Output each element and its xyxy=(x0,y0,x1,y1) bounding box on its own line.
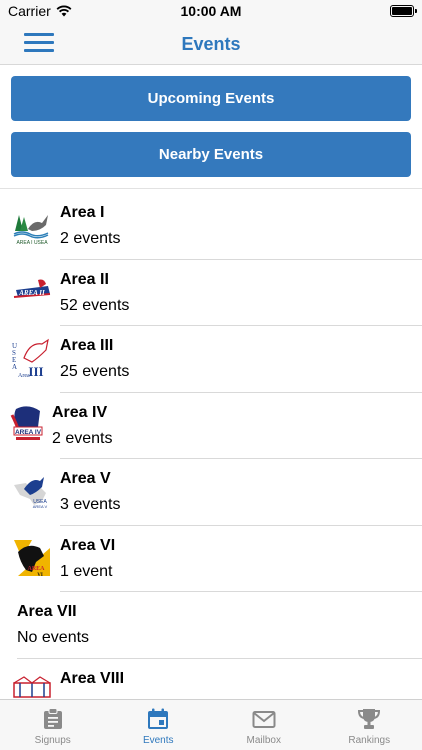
event-name: Area VIII xyxy=(60,669,125,687)
event-count: 52 events xyxy=(60,296,130,314)
event-row-area-ii[interactable]: AREA II Area II 52 events xyxy=(0,260,422,326)
svg-text:AREA I USEA: AREA I USEA xyxy=(16,240,48,246)
nearby-events-button[interactable]: Nearby Events xyxy=(11,132,411,177)
clipboard-icon xyxy=(43,708,62,729)
event-name: Area I xyxy=(60,204,105,221)
tab-label: Signups xyxy=(34,735,71,746)
page-title: Events xyxy=(181,34,241,54)
calendar-icon xyxy=(148,708,169,729)
divider xyxy=(0,188,422,189)
tab-mailbox[interactable]: Mailbox xyxy=(211,700,317,750)
event-name: Area V xyxy=(60,470,111,487)
event-row-area-v[interactable]: USEA AREA V Area V 3 events xyxy=(0,459,422,526)
events-list: AREA I USEA Area I 2 events AREA II Area… xyxy=(0,193,422,725)
battery-icon xyxy=(390,5,417,17)
event-row-area-i[interactable]: AREA I USEA Area I 2 events xyxy=(0,193,422,260)
event-name: Area IV xyxy=(52,403,108,421)
event-count: 2 events xyxy=(60,230,121,247)
area-vi-logo: AREA VI xyxy=(14,539,50,578)
event-row-area-vii[interactable]: Area VII No events xyxy=(0,592,422,659)
event-row-area-vi[interactable]: AREA VI Area VI 1 event xyxy=(0,526,422,592)
event-row-area-iii[interactable]: U S E A III Area Area III 25 events xyxy=(0,326,422,393)
event-count: 2 events xyxy=(52,429,113,447)
event-row-area-iv[interactable]: AREA IV Area IV 2 events xyxy=(0,393,422,459)
event-name: Area III xyxy=(60,337,114,354)
event-count: No events xyxy=(17,629,90,646)
area-iii-logo: U S E A III Area xyxy=(12,338,49,379)
tab-label: Mailbox xyxy=(246,735,281,746)
event-count: 25 events xyxy=(60,363,130,380)
svg-text:III: III xyxy=(28,364,43,379)
area-ii-logo: AREA II xyxy=(13,279,51,298)
tab-events[interactable]: Events xyxy=(106,700,212,750)
area-i-usea-logo: AREA I USEA xyxy=(13,215,49,246)
svg-text:A: A xyxy=(12,363,17,371)
svg-text:AREA IV: AREA IV xyxy=(15,429,42,436)
navigation-bar: Events xyxy=(0,22,422,65)
svg-text:AREA II: AREA II xyxy=(18,289,45,297)
svg-text:AREA: AREA xyxy=(27,566,45,572)
tab-signups[interactable]: Signups xyxy=(0,700,106,750)
area-iv-logo: AREA IV xyxy=(10,405,43,440)
tab-label: Events xyxy=(142,735,174,746)
tab-rankings[interactable]: Rankings xyxy=(317,700,422,750)
envelope-icon xyxy=(252,711,276,728)
svg-text:AREA V: AREA V xyxy=(33,504,48,509)
event-count: 3 events xyxy=(60,496,121,513)
tab-label: Rankings xyxy=(348,735,391,746)
tab-bar: Signups Events Mailbox Rankings xyxy=(0,699,422,750)
event-count: 1 event xyxy=(60,562,113,580)
status-bar: Carrier 10:00 AM xyxy=(0,0,422,22)
svg-text:Area: Area xyxy=(18,373,30,379)
area-v-logo: USEA AREA V xyxy=(14,477,48,509)
trophy-icon xyxy=(358,709,381,729)
status-time: 10:00 AM xyxy=(180,3,242,19)
event-name: Area II xyxy=(60,270,109,288)
event-name: Area VII xyxy=(17,603,77,620)
event-name: Area VI xyxy=(60,536,116,554)
svg-text:VI: VI xyxy=(37,573,43,578)
upcoming-events-button[interactable]: Upcoming Events xyxy=(11,76,411,121)
